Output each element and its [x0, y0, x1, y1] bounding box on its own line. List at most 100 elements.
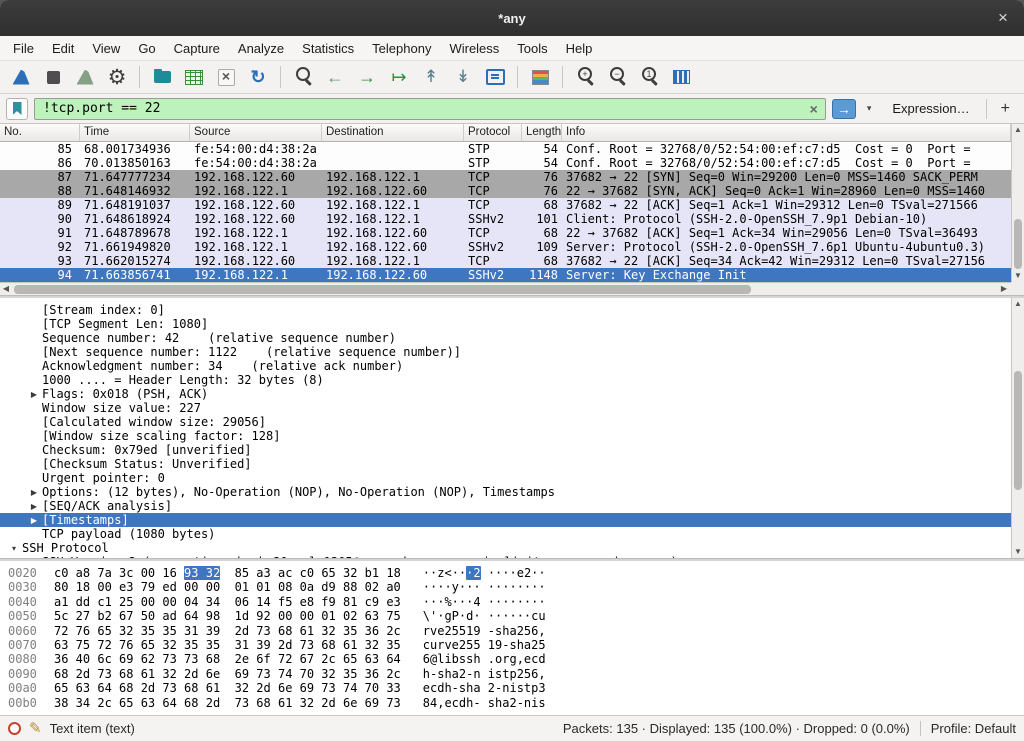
- column-header-length[interactable]: Length: [522, 124, 562, 141]
- detail-line[interactable]: ▾SSH Protocol: [0, 541, 1011, 555]
- menu-help[interactable]: Help: [557, 38, 602, 59]
- go-first-packet-icon[interactable]: [416, 63, 446, 91]
- hex-row[interactable]: 003080 18 00 e3 79 ed 00 00 01 01 08 0a …: [8, 580, 1024, 594]
- close-file-icon[interactable]: [211, 63, 241, 91]
- scrollbar-thumb[interactable]: [1014, 371, 1022, 491]
- packet-row[interactable]: 9471.663856741192.168.122.1192.168.122.6…: [0, 268, 1011, 282]
- reload-file-icon[interactable]: [243, 63, 273, 91]
- menu-statistics[interactable]: Statistics: [293, 38, 363, 59]
- expand-arrow-icon[interactable]: ▶: [26, 390, 42, 399]
- hex-row[interactable]: 00b038 34 2c 65 63 64 68 2d 73 68 61 32 …: [8, 696, 1024, 710]
- packet-row[interactable]: 8771.647777234192.168.122.60192.168.122.…: [0, 170, 1011, 184]
- zoom-in-icon[interactable]: [570, 63, 600, 91]
- scrollbar-thumb[interactable]: [1014, 219, 1022, 270]
- auto-scroll-icon[interactable]: [480, 63, 510, 91]
- column-header-time[interactable]: Time: [80, 124, 190, 141]
- filter-dropdown-caret-icon[interactable]: ▾: [864, 103, 875, 114]
- detail-line[interactable]: Sequence number: 42 (relative sequence n…: [0, 331, 1011, 345]
- scroll-right-icon[interactable]: ▶: [998, 283, 1010, 295]
- zoom-out-icon[interactable]: [602, 63, 632, 91]
- detail-line[interactable]: TCP payload (1080 bytes): [0, 527, 1011, 541]
- column-header-source[interactable]: Source: [190, 124, 322, 141]
- expand-arrow-icon[interactable]: ▶: [26, 516, 42, 525]
- detail-line[interactable]: ▶Options: (12 bytes), No-Operation (NOP)…: [0, 485, 1011, 499]
- packet-row[interactable]: 8568.001734936fe:54:00:d4:38:2aSTP54Conf…: [0, 142, 1011, 156]
- detail-line[interactable]: [Next sequence number: 1122 (relative se…: [0, 345, 1011, 359]
- column-header-destination[interactable]: Destination: [322, 124, 464, 141]
- hex-row[interactable]: 008036 40 6c 69 62 73 73 68 2e 6f 72 67 …: [8, 652, 1024, 666]
- hex-row[interactable]: 0040a1 dd c1 25 00 00 04 34 06 14 f5 e8 …: [8, 595, 1024, 609]
- detail-line[interactable]: Checksum: 0x79ed [unverified]: [0, 443, 1011, 457]
- packet-row[interactable]: 8670.013850163fe:54:00:d4:38:2aSTP54Conf…: [0, 156, 1011, 170]
- find-packet-icon[interactable]: [288, 63, 318, 91]
- hex-row[interactable]: 0020c0 a8 7a 3c 00 16 93 32 85 a3 ac c0 …: [8, 566, 1024, 580]
- packet-row[interactable]: 9271.661949820192.168.122.1192.168.122.6…: [0, 240, 1011, 254]
- go-back-icon[interactable]: [320, 63, 350, 91]
- packet-row[interactable]: 9371.662015274192.168.122.60192.168.122.…: [0, 254, 1011, 268]
- detail-line[interactable]: ▶[Timestamps]: [0, 513, 1011, 527]
- close-icon[interactable]: ×: [992, 7, 1014, 29]
- scroll-down-icon[interactable]: ▼: [1012, 546, 1024, 558]
- open-file-icon[interactable]: [147, 63, 177, 91]
- menu-wireless[interactable]: Wireless: [440, 38, 508, 59]
- menu-tools[interactable]: Tools: [508, 38, 556, 59]
- column-header-no[interactable]: No.: [0, 124, 80, 141]
- menu-view[interactable]: View: [83, 38, 129, 59]
- apply-filter-icon[interactable]: [832, 99, 856, 119]
- detail-line[interactable]: [Stream index: 0]: [0, 303, 1011, 317]
- zoom-100-icon[interactable]: [634, 63, 664, 91]
- detail-line[interactable]: [Calculated window size: 29056]: [0, 415, 1011, 429]
- hex-row[interactable]: 00a065 63 64 68 2d 73 68 61 32 2d 6e 69 …: [8, 681, 1024, 695]
- hex-row[interactable]: 00505c 27 b2 67 50 ad 64 98 1d 92 00 00 …: [8, 609, 1024, 623]
- packet-list-vertical-scrollbar[interactable]: ▲ ▼: [1011, 124, 1024, 282]
- start-capture-icon[interactable]: [6, 63, 36, 91]
- details-vertical-scrollbar[interactable]: ▲ ▼: [1011, 298, 1024, 558]
- expand-arrow-icon[interactable]: ▶: [26, 502, 42, 511]
- menu-edit[interactable]: Edit: [43, 38, 83, 59]
- collapse-arrow-icon[interactable]: ▾: [6, 544, 22, 553]
- capture-options-icon[interactable]: [102, 63, 132, 91]
- packet-row[interactable]: 8871.648146932192.168.122.1192.168.122.6…: [0, 184, 1011, 198]
- menu-capture[interactable]: Capture: [165, 38, 229, 59]
- detail-line[interactable]: [Window size scaling factor: 128]: [0, 429, 1011, 443]
- expression-button[interactable]: Expression…: [892, 101, 969, 116]
- colorize-icon[interactable]: [525, 63, 555, 91]
- menu-telephony[interactable]: Telephony: [363, 38, 440, 59]
- capture-comment-icon[interactable]: [29, 721, 42, 736]
- packet-list-horizontal-scrollbar[interactable]: ◀ ▶: [0, 282, 1024, 295]
- menu-analyze[interactable]: Analyze: [229, 38, 293, 59]
- scroll-down-icon[interactable]: ▼: [1012, 270, 1024, 282]
- add-filter-button[interactable]: +: [993, 100, 1018, 118]
- detail-line[interactable]: Window size value: 227: [0, 401, 1011, 415]
- hex-row[interactable]: 009068 2d 73 68 61 32 2d 6e 69 73 74 70 …: [8, 667, 1024, 681]
- hex-row[interactable]: 007063 75 72 76 65 32 35 35 31 39 2d 73 …: [8, 638, 1024, 652]
- menu-go[interactable]: Go: [129, 38, 164, 59]
- title-bar[interactable]: *any ×: [0, 0, 1024, 36]
- go-to-packet-icon[interactable]: [384, 63, 414, 91]
- stop-capture-icon[interactable]: [38, 63, 68, 91]
- expert-info-icon[interactable]: [8, 722, 21, 735]
- display-filter-input[interactable]: [41, 100, 803, 117]
- detail-line[interactable]: [Checksum Status: Unverified]: [0, 457, 1011, 471]
- scroll-left-icon[interactable]: ◀: [0, 283, 12, 295]
- packet-row[interactable]: 8971.648191037192.168.122.60192.168.122.…: [0, 198, 1011, 212]
- restart-capture-icon[interactable]: [70, 63, 100, 91]
- detail-line[interactable]: [TCP Segment Len: 1080]: [0, 317, 1011, 331]
- filter-bookmark-button[interactable]: [6, 98, 28, 120]
- menu-file[interactable]: File: [4, 38, 43, 59]
- save-file-icon[interactable]: [179, 63, 209, 91]
- packet-row[interactable]: 9171.648789678192.168.122.1192.168.122.6…: [0, 226, 1011, 240]
- clear-filter-icon[interactable]: ×: [803, 101, 825, 117]
- scroll-up-icon[interactable]: ▲: [1012, 298, 1024, 310]
- detail-line[interactable]: ▶Flags: 0x018 (PSH, ACK): [0, 387, 1011, 401]
- expand-arrow-icon[interactable]: ▶: [26, 488, 42, 497]
- detail-line[interactable]: SSH Version 2 (encryption:chacha20-poly1…: [0, 555, 1011, 558]
- column-header-info[interactable]: Info: [562, 124, 1011, 141]
- scroll-up-icon[interactable]: ▲: [1012, 124, 1024, 136]
- profile-label[interactable]: Profile: Default: [920, 721, 1016, 736]
- detail-line[interactable]: Urgent pointer: 0: [0, 471, 1011, 485]
- go-forward-icon[interactable]: [352, 63, 382, 91]
- scrollbar-thumb[interactable]: [14, 285, 751, 294]
- go-last-packet-icon[interactable]: [448, 63, 478, 91]
- detail-line[interactable]: ▶[SEQ/ACK analysis]: [0, 499, 1011, 513]
